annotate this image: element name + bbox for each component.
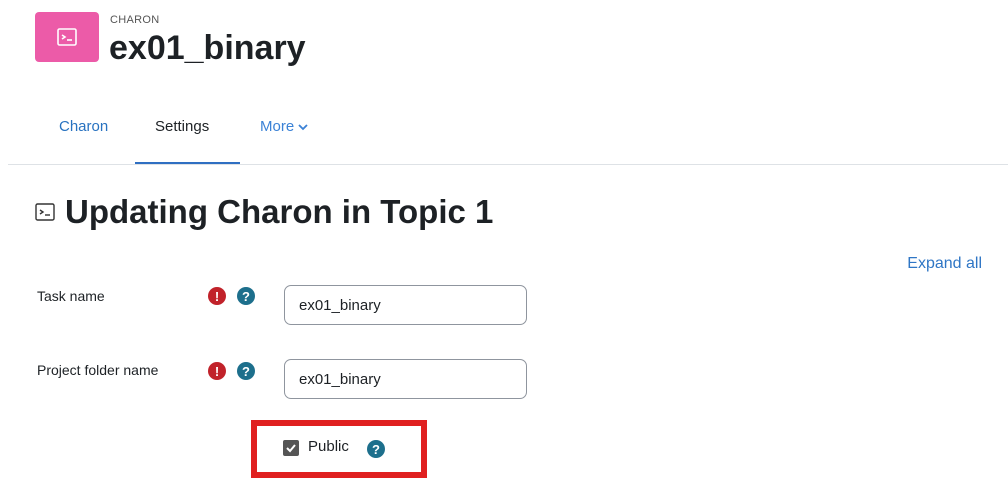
page-title: Updating Charon in Topic 1: [65, 193, 494, 230]
public-label: Public: [308, 438, 349, 455]
expand-all-link[interactable]: Expand all: [907, 255, 982, 273]
required-icon[interactable]: !: [208, 362, 226, 380]
help-icon[interactable]: ?: [237, 287, 255, 305]
project-folder-input[interactable]: [284, 359, 527, 399]
tab-settings[interactable]: Settings: [155, 118, 209, 135]
tab-more-label: More: [260, 118, 295, 135]
terminal-icon: [35, 203, 55, 221]
activity-title: ex01_binary: [109, 29, 306, 67]
tabs-divider: [8, 164, 1008, 165]
activity-type-label: CHARON: [110, 14, 160, 26]
required-icon[interactable]: !: [208, 287, 226, 305]
chevron-down-icon: [298, 123, 308, 130]
task-name-input[interactable]: [284, 285, 527, 325]
help-icon[interactable]: ?: [237, 362, 255, 380]
public-checkbox[interactable]: [283, 440, 299, 456]
project-folder-label: Project folder name: [37, 362, 159, 378]
tab-more[interactable]: More: [260, 118, 308, 135]
secondary-navigation: Charon Settings More: [0, 108, 1008, 166]
task-name-label: Task name: [37, 288, 105, 304]
help-icon[interactable]: ?: [367, 440, 385, 458]
activity-icon: [35, 12, 99, 62]
page-heading: Updating Charon in Topic 1: [35, 193, 493, 231]
terminal-icon: [57, 28, 77, 46]
checkmark-icon: [286, 444, 296, 453]
tab-charon[interactable]: Charon: [59, 118, 108, 135]
